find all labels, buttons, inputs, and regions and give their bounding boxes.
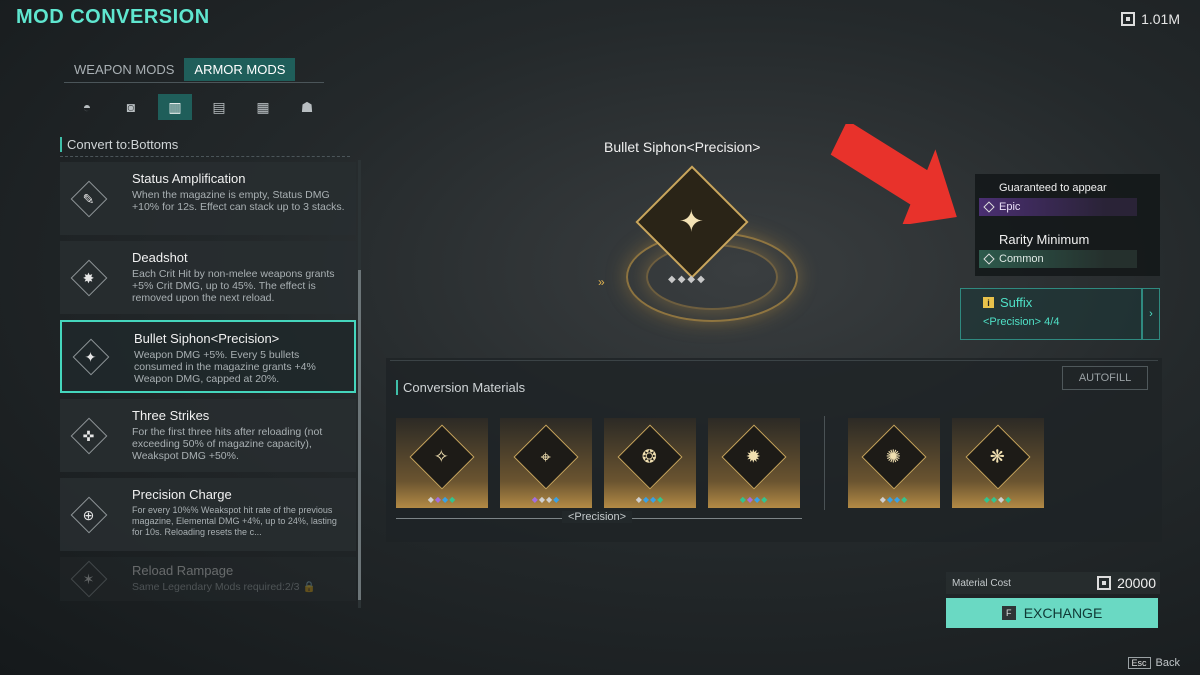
- star-circle-mod-icon: ❋: [965, 424, 1031, 490]
- page-title: MOD CONVERSION: [16, 6, 210, 28]
- conversion-materials-panel: Conversion Materials AUTOFILL ✧ ◆◆◆◆ ⌖ ◆…: [386, 358, 1162, 542]
- material-cost-bar: Material Cost 20000: [946, 572, 1160, 594]
- boots-icon[interactable]: ▦: [246, 94, 280, 120]
- lock-icon: 🔒: [302, 581, 316, 593]
- helmet-icon[interactable]: ◓: [70, 94, 104, 120]
- heading-divider: [60, 156, 350, 157]
- common-diamond-icon: [983, 253, 995, 265]
- suffix-label: Suffix: [1000, 295, 1033, 310]
- rarity-gems: ◆◆◆◆: [531, 495, 561, 504]
- rarity-gems: ◆◆◆◆: [879, 495, 909, 504]
- guaranteed-value: Epic: [999, 201, 1021, 213]
- mod-description: Same Legendary Mods required:2/3 🔒: [132, 581, 316, 593]
- mod-name: Precision Charge: [132, 487, 232, 502]
- mod-card-status-amplification[interactable]: ✎ Status Amplification When the magazine…: [60, 162, 356, 235]
- mod-type-tabs: WEAPON MODS ARMOR MODS: [64, 58, 296, 81]
- rarity-gems: ◆◆◆◆: [983, 495, 1013, 504]
- double-chevron-icon: »: [598, 275, 605, 289]
- material-slot[interactable]: ✹ ◆◆◆◆: [708, 418, 800, 508]
- mod-description: For every 10%% Weakspot hit rate of the …: [132, 505, 337, 537]
- mod-name: Deadshot: [132, 250, 188, 265]
- rarity-panel: Guaranteed to appear Epic Rarity Minimum…: [975, 174, 1160, 276]
- minimum-value: Common: [999, 253, 1044, 265]
- materials-title: Conversion Materials: [396, 380, 525, 395]
- swirl-mod-icon: ❂: [617, 424, 683, 490]
- red-arrow-annotation: [830, 124, 957, 224]
- tab-divider: [64, 82, 324, 83]
- mod-card-three-strikes[interactable]: ✜ Three Strikes For the first three hits…: [60, 399, 356, 472]
- tab-armor-mods[interactable]: ARMOR MODS: [184, 58, 296, 81]
- armor-slot-tabs: ◓ ◙ ▥ ▤ ▦ ☗: [70, 94, 324, 120]
- ammo-burst-mod-icon: ✺: [861, 424, 927, 490]
- gloves-icon[interactable]: ▤: [202, 94, 236, 120]
- mod-description: For the first three hits after reloading…: [132, 426, 323, 462]
- mod-description: When the magazine is empty, Status DMG +…: [132, 189, 345, 213]
- rarity-gems: ◆◆◆◆: [427, 495, 457, 504]
- rarity-gems: ◆◆◆◆: [739, 495, 769, 504]
- mod-icon: ✎: [70, 180, 108, 217]
- material-slot[interactable]: ⌖ ◆◆◆◆: [500, 418, 592, 508]
- mod-icon: ✦: [72, 338, 110, 375]
- rarity-minimum-label: Rarity Minimum: [999, 232, 1090, 247]
- info-icon: i: [983, 297, 994, 308]
- sniper-mod-icon: ⌖: [513, 424, 579, 490]
- mod-description: Weapon DMG +5%. Every 5 bullets consumed…: [134, 349, 316, 385]
- convert-to-heading: Convert to:Bottoms: [60, 137, 178, 152]
- currency-icon: [1097, 576, 1112, 590]
- keybind-esc: Esc: [1127, 657, 1151, 669]
- keybind-f: F: [1001, 606, 1016, 620]
- mod-list: ✎ Status Amplification When the magazine…: [60, 162, 356, 607]
- currency-icon: [1121, 12, 1136, 26]
- material-cost-label: Material Cost: [952, 577, 1011, 589]
- rarity-common-bar: Common: [979, 250, 1137, 268]
- mod-name: Three Strikes: [132, 408, 210, 423]
- back-label: Back: [1155, 657, 1180, 669]
- mod-list-scrollbar[interactable]: [358, 160, 361, 608]
- chevron-right-icon[interactable]: ›: [1142, 288, 1160, 340]
- currency-amount: 1.01M: [1141, 11, 1180, 27]
- mod-icon: ✶: [70, 560, 108, 598]
- chest-armor-icon[interactable]: ◙: [114, 94, 148, 120]
- rarity-pips: ◆◆◆◆: [668, 274, 707, 285]
- material-slot[interactable]: ✧ ◆◆◆◆: [396, 418, 488, 508]
- mod-icon: ⊕: [70, 496, 108, 533]
- suffix-value: <Precision> 4/4: [983, 316, 1060, 328]
- mask-icon[interactable]: ☗: [290, 94, 324, 120]
- exchange-button[interactable]: F EXCHANGE: [946, 598, 1158, 628]
- precision-group-label: <Precision>: [562, 511, 633, 523]
- selected-mod-title: Bullet Siphon<Precision>: [604, 139, 761, 155]
- rarity-gems: ◆◆◆◆: [635, 495, 665, 504]
- mod-card-reload-rampage[interactable]: ✶ Reload Rampage Same Legendary Mods req…: [60, 557, 356, 601]
- mod-card-deadshot[interactable]: ✸ Deadshot Each Crit Hit by non-melee we…: [60, 241, 356, 314]
- guaranteed-label: Guaranteed to appear: [999, 182, 1107, 194]
- epic-diamond-icon: [983, 201, 995, 213]
- mod-icon: ✜: [70, 417, 108, 454]
- material-cost-value: 20000: [1117, 575, 1156, 591]
- material-slot[interactable]: ❋ ◆◆◆◆: [952, 418, 1044, 508]
- selected-mod-showcase: ✦ ◆◆◆◆ »: [598, 160, 820, 340]
- materials-divider: [390, 360, 1158, 361]
- autofill-button[interactable]: AUTOFILL: [1062, 366, 1148, 390]
- material-slot[interactable]: ❂ ◆◆◆◆: [604, 418, 696, 508]
- mod-name: Bullet Siphon<Precision>: [134, 331, 280, 346]
- materials-separator: [824, 416, 825, 510]
- exchange-label: EXCHANGE: [1023, 605, 1103, 621]
- suffix-panel[interactable]: i Suffix <Precision> 4/4: [960, 288, 1142, 340]
- mod-card-bullet-siphon[interactable]: ✦ Bullet Siphon<Precision> Weapon DMG +5…: [60, 320, 356, 393]
- currency-display: 1.01M: [1121, 11, 1180, 27]
- back-button[interactable]: Esc Back: [1127, 657, 1180, 669]
- bottoms-icon[interactable]: ▥: [158, 94, 192, 120]
- mod-icon: ✸: [70, 259, 108, 296]
- mod-description: Each Crit Hit by non-melee weapons grant…: [132, 268, 335, 304]
- rarity-epic-bar: Epic: [979, 198, 1137, 216]
- mod-card-precision-charge[interactable]: ⊕ Precision Charge For every 10%% Weaksp…: [60, 478, 356, 551]
- burst-mod-icon: ✹: [721, 424, 787, 490]
- mod-name: Reload Rampage: [132, 563, 234, 578]
- material-slot[interactable]: ✺ ◆◆◆◆: [848, 418, 940, 508]
- pistol-mod-icon: ✧: [409, 424, 475, 490]
- mod-name: Status Amplification: [132, 171, 246, 186]
- tab-weapon-mods[interactable]: WEAPON MODS: [64, 58, 184, 81]
